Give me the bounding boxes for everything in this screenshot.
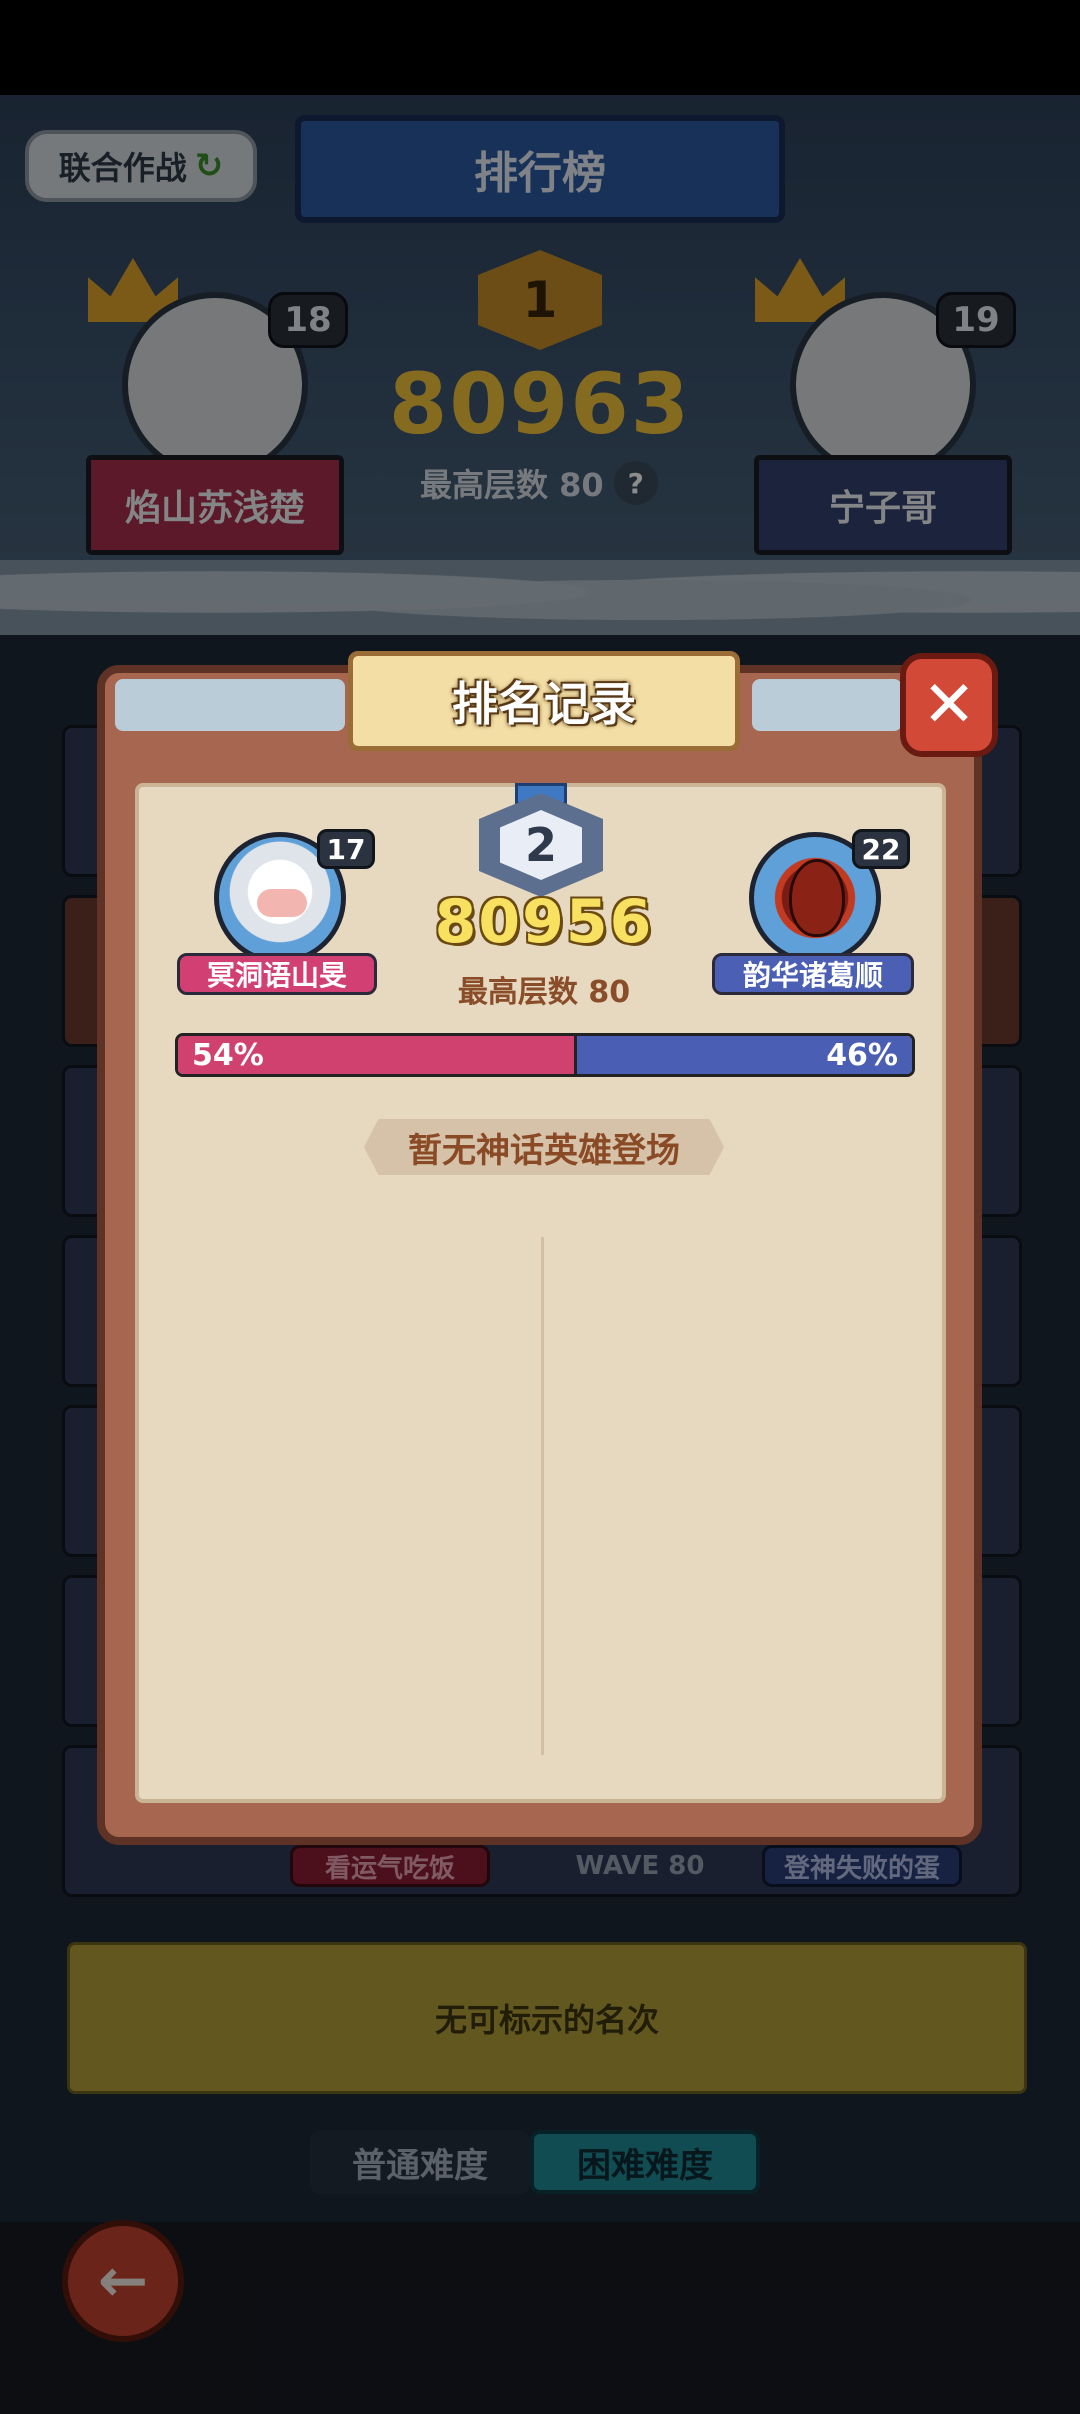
team-score: 80956 xyxy=(434,887,654,957)
modal-frame-deco xyxy=(115,679,345,731)
right-player-level: 22 xyxy=(852,829,910,869)
lava-egg-icon xyxy=(789,859,845,937)
right-contribution: 46% xyxy=(574,1036,912,1074)
rank-record-modal: 排名记录 ✕ 17 冥洞语山旻 22 韵华诸葛顺 2 80956 最高层数 80… xyxy=(97,651,998,1845)
record-panel: 17 冥洞语山旻 22 韵华诸葛顺 2 80956 最高层数 80 54% 46… xyxy=(135,783,946,1803)
modal-frame-deco xyxy=(752,679,902,731)
left-player-name: 冥洞语山旻 xyxy=(177,953,377,995)
no-mythic-hero-banner: 暂无神话英雄登场 xyxy=(364,1119,724,1175)
close-button[interactable]: ✕ xyxy=(900,653,998,757)
status-bar xyxy=(0,0,1080,95)
left-player-level: 17 xyxy=(317,829,375,869)
max-floor: 最高层数 80 xyxy=(457,975,631,1010)
modal-title: 排名记录 xyxy=(348,651,740,751)
wizard-face-icon xyxy=(257,889,307,917)
rank-badge: 2 xyxy=(479,793,603,897)
right-percent: 46% xyxy=(826,1037,898,1073)
rank-number: 2 xyxy=(500,810,582,880)
right-player-name: 韵华诸葛顺 xyxy=(712,953,914,995)
close-icon: ✕ xyxy=(922,668,976,742)
left-percent: 54% xyxy=(192,1037,264,1073)
left-contribution: 54% xyxy=(178,1036,575,1074)
contribution-bar: 54% 46% xyxy=(175,1033,915,1077)
column-divider xyxy=(541,1237,544,1755)
